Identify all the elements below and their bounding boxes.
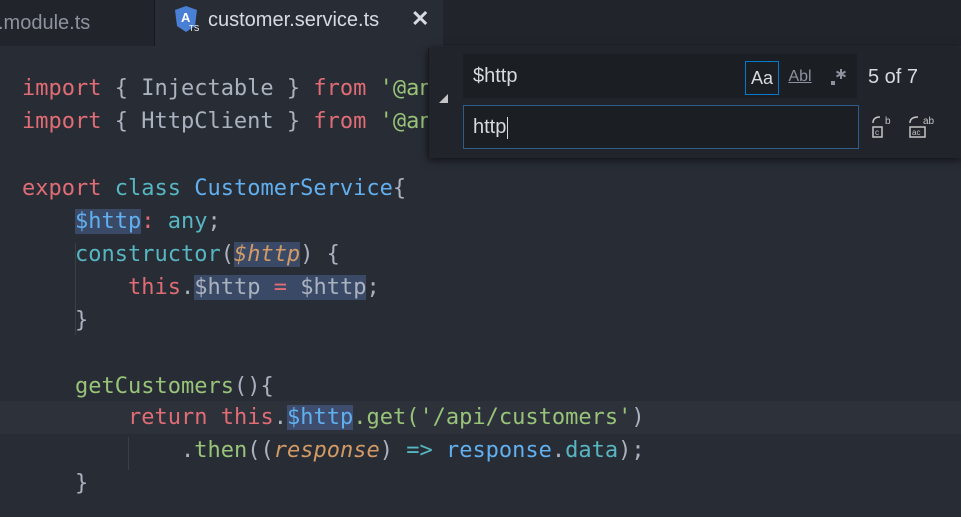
find-replace-widget: $http Aa Abl 5 of 7 http c b ac ab	[428, 48, 961, 158]
match-count: 5 of 7	[868, 66, 919, 88]
replace-one-icon[interactable]: c b	[869, 113, 897, 141]
svg-text:ac: ac	[912, 128, 920, 137]
regex-icon	[831, 69, 846, 85]
code-line-1: import { Injectable } from '@an	[22, 76, 433, 101]
close-icon[interactable]: ✕	[411, 6, 429, 32]
code-line-2: import { HttpClient } from '@an	[22, 109, 433, 134]
indent-guide	[128, 437, 129, 470]
svg-text:ab: ab	[923, 116, 935, 127]
code-line-6: constructor($http) {	[75, 242, 340, 267]
code-line-5: $http: any;	[75, 209, 221, 234]
angular-ts-icon: A TS	[175, 6, 199, 33]
find-input[interactable]: $http	[473, 65, 517, 88]
regex-button[interactable]	[823, 62, 853, 92]
whole-word-button[interactable]: Abl	[785, 62, 815, 92]
tab-label-customer-service: customer.service.ts	[208, 9, 380, 31]
code-line-8: }	[75, 308, 89, 333]
code-line-11: return this.$http.get('/api/customers')	[128, 405, 645, 430]
svg-text:c: c	[875, 128, 879, 137]
tab-bar: .module.ts A TS customer.service.ts ✕	[0, 0, 961, 46]
code-line-13: }	[75, 471, 89, 496]
tab-label-module: .module.ts	[0, 11, 91, 34]
find-input-box[interactable]: $http Aa Abl	[463, 54, 857, 98]
match-case-button[interactable]: Aa	[745, 61, 779, 95]
replace-all-icon[interactable]: ac ab	[907, 113, 935, 141]
code-line-4: export class CustomerService{	[22, 176, 407, 201]
tab-module[interactable]: .module.ts	[0, 0, 155, 46]
replace-input[interactable]: http	[473, 116, 509, 139]
code-line-10: getCustomers(){	[75, 374, 274, 399]
svg-text:TS: TS	[189, 24, 199, 33]
svg-text:b: b	[885, 116, 891, 127]
code-line-12: .then((response) => response.data);	[181, 438, 645, 463]
tab-customer-service[interactable]: A TS customer.service.ts ✕	[155, 0, 443, 46]
toggle-replace-chevron-icon[interactable]	[439, 94, 448, 103]
code-line-7: this.$http = $http;	[128, 275, 380, 300]
svg-text:A: A	[181, 10, 191, 25]
replace-input-box[interactable]: http	[463, 105, 859, 149]
text-caret	[507, 116, 509, 139]
